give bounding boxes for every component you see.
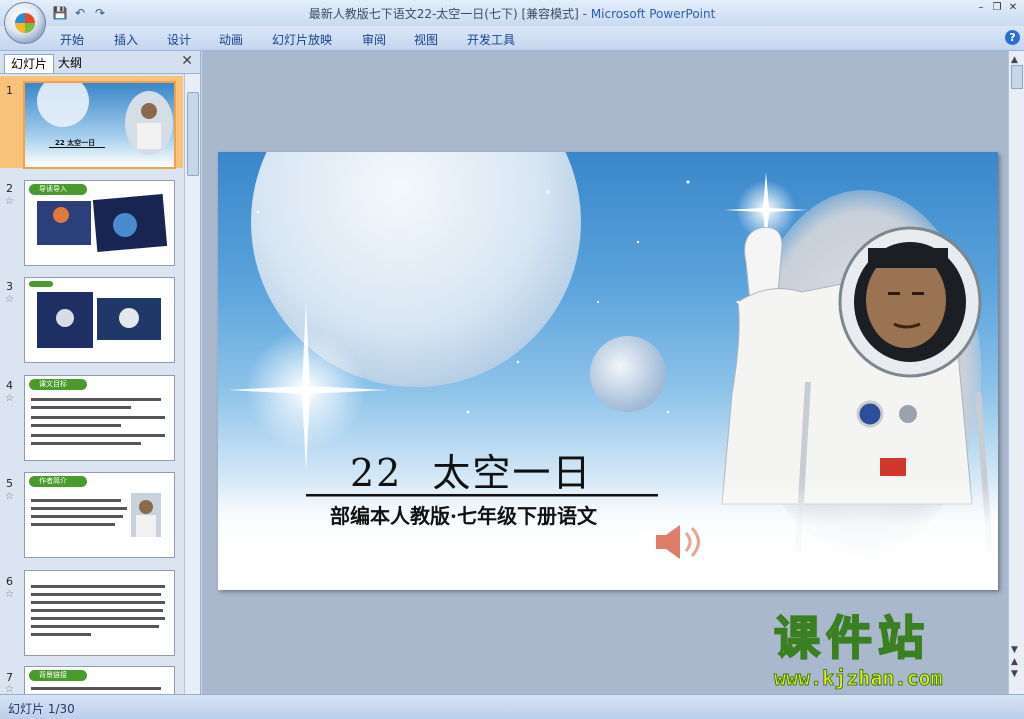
slide-number: 5 [6, 477, 13, 490]
status-bar: 幻灯片 1/30 [0, 694, 1024, 719]
thumb-text-line [31, 601, 165, 604]
scroll-thumb[interactable] [187, 92, 199, 176]
watermark-url: www.kjzhan.com [774, 666, 944, 691]
thumb-text-line [31, 398, 161, 401]
slide-number: 2 [6, 182, 13, 195]
thumb-text-line [31, 687, 161, 690]
slide-thumbnail-2[interactable]: 导读导入 [24, 180, 175, 266]
thumbnail-list: 1 22 太空一日 2 ☆ 导读导入 3 ☆ 4 ☆ 课文目标 5 ☆ 作者简介… [0, 74, 183, 694]
thumb-text-line [31, 442, 141, 445]
tab-developer[interactable]: 开发工具 [467, 31, 515, 48]
thumb-text-line [31, 434, 165, 437]
thumb-text-line [31, 523, 115, 526]
thumbnail-scrollbar[interactable] [184, 74, 200, 694]
office-logo-icon [15, 13, 35, 33]
lesson-title: 太空一日 [432, 451, 593, 495]
next-slide-icon[interactable]: ▼ [1011, 669, 1018, 679]
panel-tabs: 幻灯片 大纲 ✕ [0, 51, 200, 74]
tab-slideshow[interactable]: 幻灯片放映 [272, 31, 332, 48]
scroll-down-icon[interactable]: ▼ [1011, 645, 1018, 655]
thumb-text-line [31, 593, 161, 596]
slide-number: 6 [6, 575, 13, 588]
animation-star-icon: ☆ [5, 393, 14, 404]
close-panel-icon[interactable]: ✕ [181, 53, 193, 69]
restore-icon[interactable]: ❐ [990, 2, 1004, 14]
thumb-header: 课文目标 [29, 379, 87, 390]
svg-text:22 太空一日: 22 太空一日 [55, 138, 95, 147]
window-title: 最新人教版七下语文22-太空一日(七下) [兼容模式] - Microsoft … [0, 5, 1024, 22]
animation-star-icon: ☆ [5, 196, 14, 207]
lesson-number: 22 [350, 451, 403, 495]
thumb-text-line [31, 507, 127, 510]
thumb-text-line [31, 499, 121, 502]
slide-number: 3 [6, 280, 13, 293]
tab-insert[interactable]: 插入 [114, 31, 138, 48]
thumb-text-line [31, 633, 91, 636]
slide-thumbnail-3[interactable] [24, 277, 175, 363]
thumb-text-line [31, 609, 163, 612]
scroll-thumb[interactable] [1011, 65, 1023, 89]
thumb-portrait [131, 493, 161, 537]
thumbnail-3-art [29, 281, 161, 348]
site-watermark: 课件站 www.kjzhan.com [770, 611, 1010, 694]
slide-number: 7 [6, 671, 13, 684]
minimize-icon[interactable]: – [974, 2, 988, 14]
thumb-text-line [31, 406, 131, 409]
prev-slide-icon[interactable]: ▲ [1011, 657, 1018, 667]
tab-animation[interactable]: 动画 [219, 31, 243, 48]
slide-thumbnail-1[interactable]: 22 太空一日 [23, 81, 176, 169]
slide-subtitle[interactable]: 部编本人教版·七年级下册语文 [330, 500, 597, 529]
animation-star-icon: ☆ [5, 294, 14, 305]
slide-thumbnail-6[interactable] [24, 570, 175, 656]
thumbnail-1-art: 22 太空一日 [25, 83, 174, 167]
animation-star-icon: ☆ [5, 684, 14, 694]
thumb-text-line [31, 617, 165, 620]
thumb-header: 作者简介 [29, 476, 87, 487]
tab-home[interactable]: 开始 [60, 31, 84, 48]
title-bar: 💾 ↶ ↷ 最新人教版七下语文22-太空一日(七下) [兼容模式] - Micr… [0, 0, 1024, 44]
app-name: Microsoft PowerPoint [590, 7, 716, 21]
title-separator: - [578, 7, 591, 21]
tab-slides[interactable]: 幻灯片 [4, 54, 55, 73]
scroll-up-icon[interactable]: ▲ [1011, 55, 1018, 65]
animation-star-icon: ☆ [5, 589, 14, 600]
thumb-text-line [31, 625, 159, 628]
window-controls: – ❐ ✕ [974, 2, 1020, 14]
office-button[interactable] [4, 2, 46, 44]
watermark-name: 课件站 [773, 611, 930, 665]
close-window-icon[interactable]: ✕ [1006, 2, 1020, 14]
document-name: 最新人教版七下语文22-太空一日(七下) [兼容模式] [308, 7, 579, 21]
tab-outline[interactable]: 大纲 [52, 54, 88, 72]
slide-thumbnail-4[interactable]: 课文目标 [24, 375, 175, 461]
editor-vertical-scrollbar[interactable]: ▲ ▼ ▲ ▼ [1008, 51, 1024, 694]
thumbnail-2-art [37, 194, 168, 252]
animation-star-icon: ☆ [5, 491, 14, 502]
tab-view[interactable]: 视图 [414, 31, 438, 48]
tab-design[interactable]: 设计 [167, 31, 191, 48]
slide-canvas[interactable]: 22 太空一日 部编本人教版·七年级下册语文 [218, 152, 998, 590]
slide-counter: 幻灯片 1/30 [8, 702, 75, 716]
thumb-text-line [31, 585, 165, 588]
tab-review[interactable]: 审阅 [362, 31, 386, 48]
help-icon[interactable]: ? [1005, 30, 1020, 45]
ribbon-tabs: 开始 插入 设计 动画 幻灯片放映 审阅 视图 开发工具 ? [0, 26, 1024, 51]
slide-title[interactable]: 22 太空一日 [350, 442, 592, 497]
slide-thumbnail-7[interactable]: 背景链接 [24, 666, 175, 694]
slide-thumbnail-5[interactable]: 作者简介 [24, 472, 175, 558]
slides-panel: 幻灯片 大纲 ✕ 1 22 太空一日 2 ☆ 导读导入 3 ☆ 4 ☆ 课文目标… [0, 51, 201, 694]
thumb-header: 背景链接 [29, 670, 87, 681]
slide-number: 4 [6, 379, 13, 392]
thumb-text-line [31, 416, 165, 419]
slide-number: 1 [6, 84, 13, 97]
thumb-text-line [31, 515, 123, 518]
thumb-text-line [31, 424, 121, 427]
